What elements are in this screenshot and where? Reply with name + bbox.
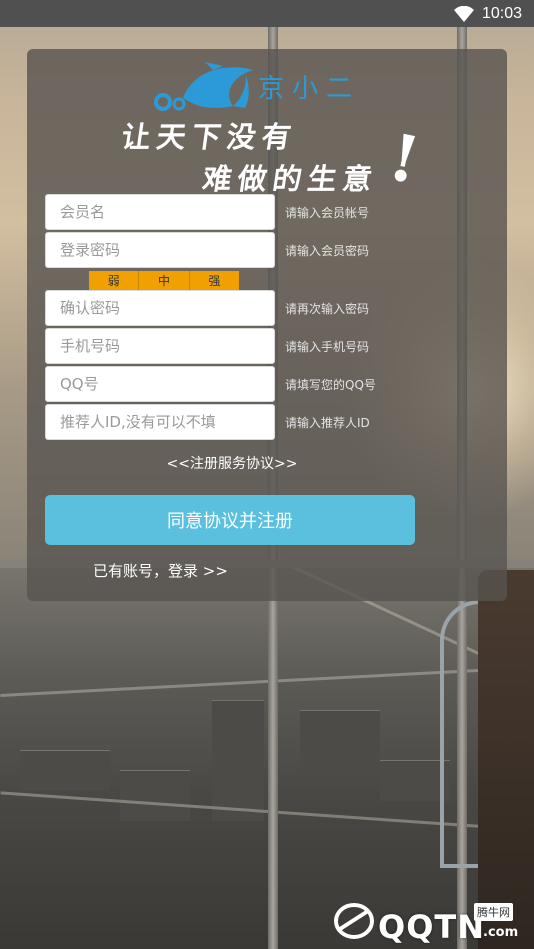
phone-field[interactable] [45,328,275,364]
password-field[interactable] [45,232,275,268]
slogan-line2: 难做的生意 [200,162,381,196]
phone-hint: 请输入手机号码 [285,340,370,354]
watermark-text: QQTN [378,908,486,946]
strength-strong: 强 [189,271,239,290]
qq-hint: 请填写您的QQ号 [285,378,376,392]
referrer-hint: 请输入推荐人ID [285,416,370,430]
qq-input[interactable] [46,367,274,401]
confirm-password-field[interactable] [45,290,275,326]
password-hint: 请输入会员密码 [285,244,370,258]
brand-name: 京小二 [258,74,361,104]
login-link[interactable]: 已有账号，登录 >> [93,560,228,581]
agree-register-button[interactable]: 同意协议并注册 [45,495,415,545]
agreement-row: <<注册服务协议>> [0,453,464,473]
status-time: 10:03 [481,4,522,22]
referrer-input[interactable] [46,405,274,439]
strength-medium: 中 [139,271,190,290]
wifi-icon [453,5,474,22]
username-input[interactable] [46,195,274,229]
confirm-password-input[interactable] [46,291,274,325]
confirm-password-hint: 请再次输入密码 [285,302,370,316]
service-agreement-link[interactable]: <<注册服务协议>> [167,456,298,472]
password-strength-meter: 弱 中 强 [89,271,239,290]
slogan-line1: 让天下没有 [119,120,300,154]
watermark-suffix: .com [483,925,519,940]
username-field[interactable] [45,194,275,230]
username-hint: 请输入会员帐号 [285,206,370,220]
watermark-badge: 腾牛网 [474,903,513,921]
strength-weak: 弱 [89,271,140,290]
password-input[interactable] [46,233,274,267]
referrer-field[interactable] [45,404,275,440]
qq-field[interactable] [45,366,275,402]
phone-input[interactable] [46,329,274,363]
status-bar: 10:03 [0,0,534,27]
